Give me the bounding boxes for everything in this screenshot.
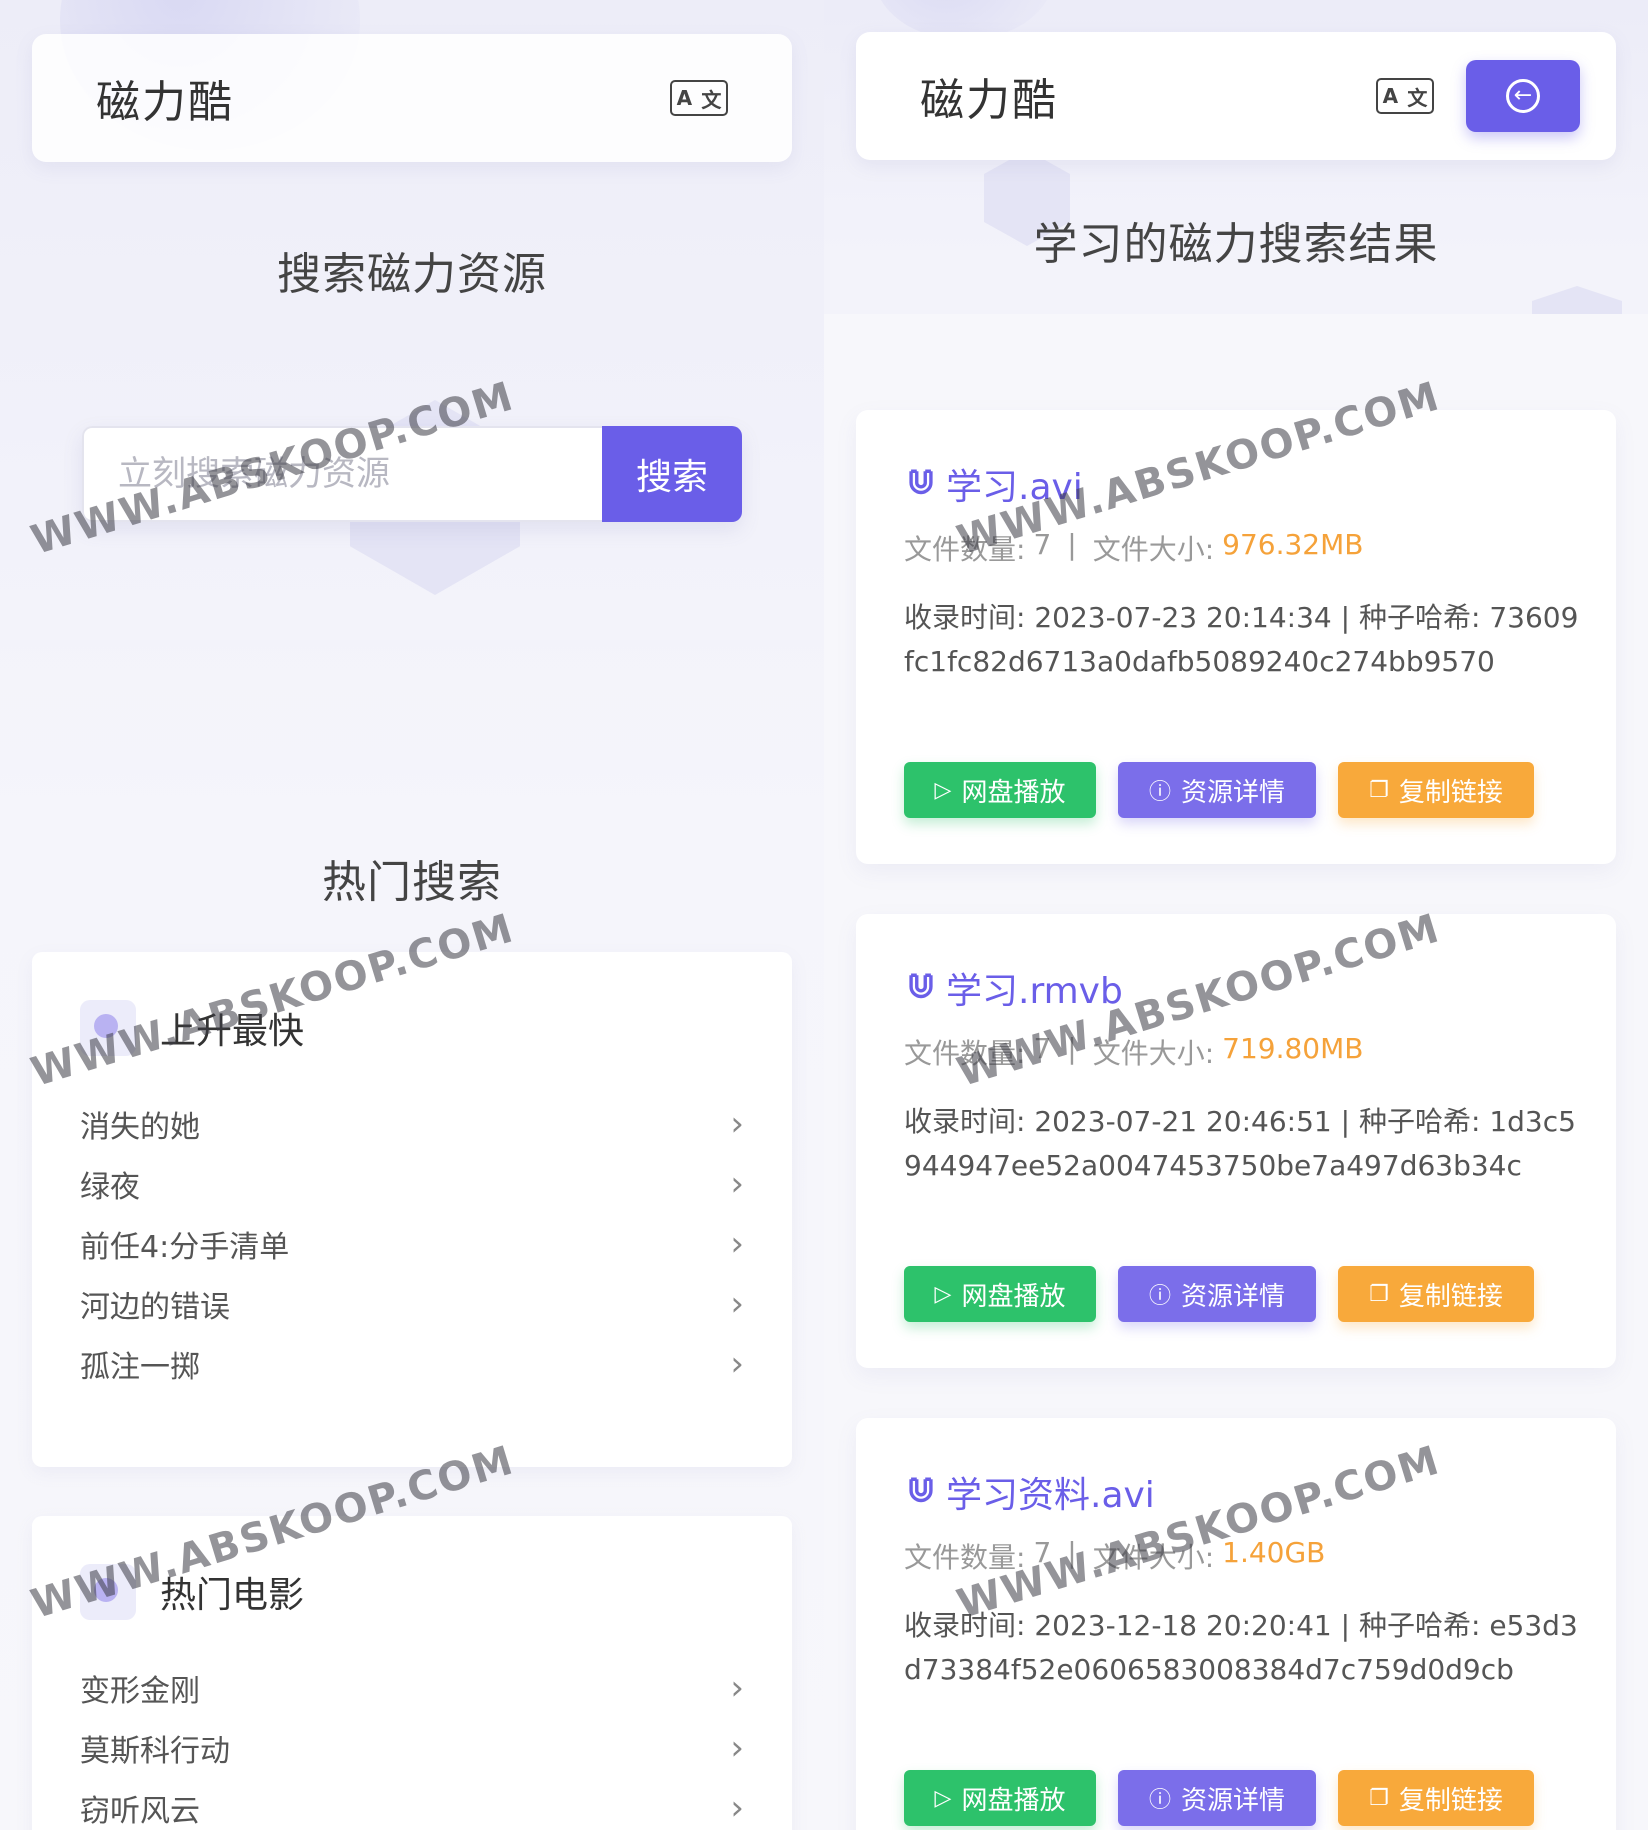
result-name: 学习.rmvb xyxy=(946,971,1123,1012)
copy-icon: ❐ xyxy=(1369,777,1389,803)
result-details: 收录时间: 2023-07-21 20:46:51 | 种子哈希: 1d3c59… xyxy=(904,1100,1584,1188)
chevron-right-icon: › xyxy=(730,1668,744,1708)
play-button[interactable]: ▷ 网盘播放 xyxy=(904,1770,1096,1826)
chevron-right-icon: › xyxy=(730,1104,744,1144)
chevron-right-icon: › xyxy=(730,1728,744,1768)
hot-item[interactable]: 孤注一掷 › xyxy=(80,1334,744,1394)
meta-separator: | xyxy=(1067,528,1077,561)
copy-link-button[interactable]: ❐ 复制链接 xyxy=(1338,762,1534,818)
app-header: 磁力酷 A 文 ← xyxy=(856,32,1616,160)
hot-item[interactable]: 绿夜 › xyxy=(80,1154,744,1214)
chevron-right-icon: › xyxy=(730,1164,744,1204)
copy-label: 复制链接 xyxy=(1398,1785,1503,1816)
copy-label: 复制链接 xyxy=(1398,1281,1503,1312)
file-size-value: 976.32MB xyxy=(1222,528,1364,561)
info-icon: ⓘ xyxy=(1148,780,1171,805)
result-details: 收录时间: 2023-07-23 20:14:34 | 种子哈希: 73609f… xyxy=(904,596,1584,684)
play-label: 网盘播放 xyxy=(961,777,1066,808)
detail-label: 资源详情 xyxy=(1181,1785,1286,1816)
copy-icon: ❐ xyxy=(1369,1785,1389,1811)
translate-icon[interactable]: A 文 xyxy=(1376,78,1434,114)
play-icon: ▷ xyxy=(934,1785,952,1811)
time-value: 2023-12-18 20:20:41 xyxy=(1034,1609,1332,1642)
magnet-icon xyxy=(909,973,933,999)
translate-icon-a: A xyxy=(676,86,693,110)
app-header: 磁力酷 A 文 xyxy=(32,34,792,162)
play-label: 网盘播放 xyxy=(961,1785,1066,1816)
hot-item-label: 消失的她 xyxy=(80,1110,200,1145)
hash-label: 种子哈希: xyxy=(1358,1609,1481,1642)
decor-hexagon xyxy=(1532,286,1622,346)
chevron-right-icon: › xyxy=(730,1788,744,1828)
hash-label: 种子哈希: xyxy=(1358,1105,1481,1138)
app-title: 磁力酷 xyxy=(96,77,234,128)
chevron-right-icon: › xyxy=(730,1224,744,1264)
hash-label: 种子哈希: xyxy=(1358,601,1481,634)
detail-separator: | xyxy=(1340,1609,1351,1642)
hot-item[interactable]: 莫斯科行动 › xyxy=(80,1718,744,1778)
copy-link-button[interactable]: ❐ 复制链接 xyxy=(1338,1770,1534,1826)
app-title: 磁力酷 xyxy=(920,75,1058,126)
hot-item-label: 前任4:分手清单 xyxy=(80,1230,290,1265)
magnet-icon xyxy=(909,469,933,495)
translate-icon-zh: 文 xyxy=(701,87,722,112)
detail-separator: | xyxy=(1340,601,1351,634)
result-title[interactable]: 学习.rmvb xyxy=(904,962,1123,1014)
info-icon: ⓘ xyxy=(1148,1788,1171,1813)
detail-button[interactable]: ⓘ 资源详情 xyxy=(1118,762,1316,818)
search-results-panel: 磁力酷 A 文 ← 学习的磁力搜索结果 学习.avi 文件数量: 7 | 文件大… xyxy=(824,0,1648,1830)
translate-icon[interactable]: A 文 xyxy=(670,80,728,116)
hot-item[interactable]: 河边的错误 › xyxy=(80,1274,744,1334)
back-arrow-icon: ← xyxy=(1506,79,1540,113)
info-icon: ⓘ xyxy=(1148,1284,1171,1309)
detail-label: 资源详情 xyxy=(1181,777,1286,808)
detail-separator: | xyxy=(1340,1105,1351,1138)
hot-item-label: 河边的错误 xyxy=(80,1290,230,1325)
result-title[interactable]: 学习资料.avi xyxy=(904,1466,1155,1518)
detail-label: 资源详情 xyxy=(1181,1281,1286,1312)
hot-item-label: 莫斯科行动 xyxy=(80,1734,230,1769)
translate-icon-zh: 文 xyxy=(1407,85,1428,110)
hot-item[interactable]: 窃听风云 › xyxy=(80,1778,744,1830)
hot-item[interactable]: 变形金刚 › xyxy=(80,1658,744,1718)
time-label: 收录时间: xyxy=(904,601,1026,634)
copy-link-button[interactable]: ❐ 复制链接 xyxy=(1338,1266,1534,1322)
time-label: 收录时间: xyxy=(904,1105,1026,1138)
copy-icon: ❐ xyxy=(1369,1281,1389,1307)
hot-search-title: 热门搜索 xyxy=(322,857,502,908)
back-button[interactable]: ← xyxy=(1466,60,1580,132)
search-button[interactable]: 搜索 xyxy=(602,426,742,522)
result-details: 收录时间: 2023-12-18 20:20:41 | 种子哈希: e53d3d… xyxy=(904,1604,1584,1692)
hot-item-label: 孤注一掷 xyxy=(80,1350,200,1385)
result-name: 学习资料.avi xyxy=(946,1475,1155,1516)
magnet-icon xyxy=(909,1477,933,1503)
results-title: 学习的磁力搜索结果 xyxy=(1033,219,1439,270)
detail-button[interactable]: ⓘ 资源详情 xyxy=(1118,1266,1316,1322)
hot-item[interactable]: 前任4:分手清单 › xyxy=(80,1214,744,1274)
file-size-value: 719.80MB xyxy=(1222,1032,1364,1065)
play-button[interactable]: ▷ 网盘播放 xyxy=(904,762,1096,818)
hot-item-label: 窃听风云 xyxy=(80,1794,200,1829)
search-title: 搜索磁力资源 xyxy=(277,249,547,300)
play-icon: ▷ xyxy=(934,1281,952,1307)
play-label: 网盘播放 xyxy=(961,1281,1066,1312)
hot-item-label: 变形金刚 xyxy=(80,1674,200,1709)
chevron-right-icon: › xyxy=(730,1284,744,1324)
detail-button[interactable]: ⓘ 资源详情 xyxy=(1118,1770,1316,1826)
translate-icon-a: A xyxy=(1382,84,1399,108)
chevron-right-icon: › xyxy=(730,1344,744,1384)
time-value: 2023-07-23 20:14:34 xyxy=(1034,601,1332,634)
hot-item[interactable]: 消失的她 › xyxy=(80,1094,744,1154)
hot-item-label: 绿夜 xyxy=(80,1170,140,1205)
time-value: 2023-07-21 20:46:51 xyxy=(1034,1105,1332,1138)
play-button[interactable]: ▷ 网盘播放 xyxy=(904,1266,1096,1322)
file-size-label: 文件大小: xyxy=(1092,533,1215,566)
play-icon: ▷ xyxy=(934,777,952,803)
copy-label: 复制链接 xyxy=(1398,777,1503,808)
